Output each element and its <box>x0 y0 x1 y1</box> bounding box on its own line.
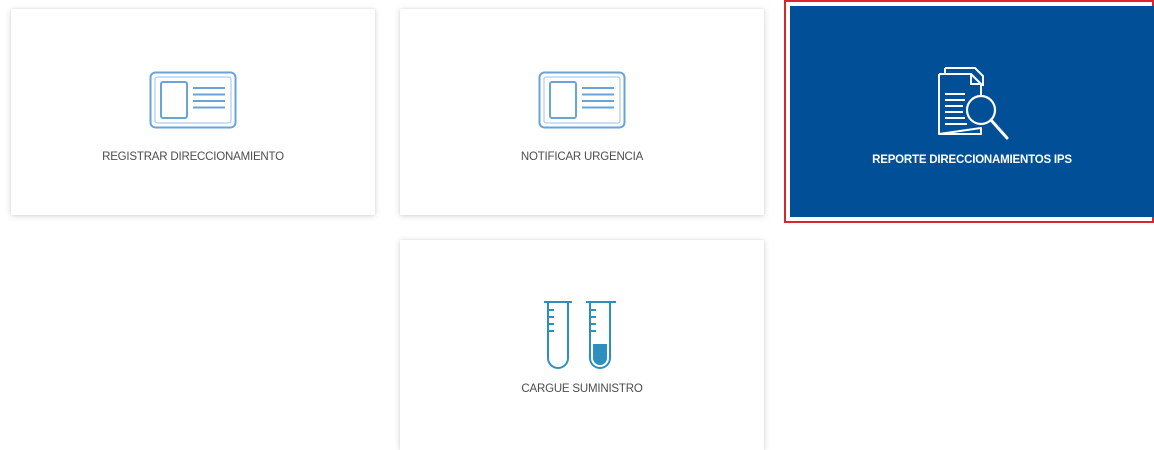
card-cargue-suministro[interactable]: CARGUE SUMINISTRO <box>400 240 764 450</box>
card-registrar-direccionamiento[interactable]: REGISTRAR DIRECCIONAMIENTO <box>11 9 375 215</box>
card-label: NOTIFICAR URGENCIA <box>520 151 644 163</box>
card-label: REGISTRAR DIRECCIONAMIENTO <box>102 151 284 163</box>
card-label: REPORTE DIRECCIONAMIENTOS IPS <box>872 154 1072 166</box>
card-label: CARGUE SUMINISTRO <box>521 383 643 395</box>
test-tubes-icon <box>544 301 616 369</box>
document-search-icon <box>938 67 1009 140</box>
id-card-icon <box>149 71 237 129</box>
card-reporte-direccionamientos-ips[interactable]: REPORTE DIRECCIONAMIENTOS IPS <box>790 6 1154 217</box>
card-notificar-urgencia[interactable]: NOTIFICAR URGENCIA <box>400 9 764 215</box>
id-card-icon <box>538 71 626 129</box>
